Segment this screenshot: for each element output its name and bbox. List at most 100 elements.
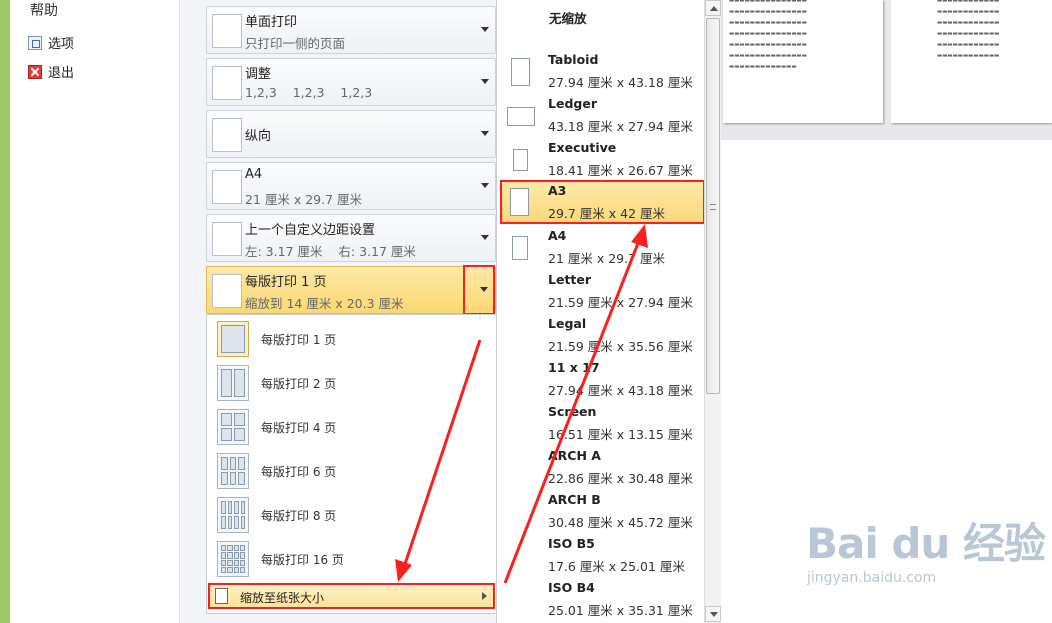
preview-text-lines: ▬▬▬▬▬▬▬▬▬▬▬▬▬▬▬▬▬▬▬▬▬▬▬▬▬▬▬▬▬▬▬▬▬▬▬▬▬▬▬▬… xyxy=(729,0,807,70)
chevron-right-icon xyxy=(482,592,487,600)
help-heading[interactable]: 帮助 xyxy=(30,0,58,20)
paper-option-name: ARCH A xyxy=(548,448,601,463)
paper-option-dims: 30.48 厘米 x 45.72 厘米 xyxy=(548,515,693,530)
paper-option-name: A3 xyxy=(548,183,567,198)
sidebar-item-label: 选项 xyxy=(48,37,75,52)
preview-page: ▬▬▬▬▬▬▬▬▬▬▬▬▬▬▬▬▬▬▬▬▬▬▬▬▬▬▬▬▬▬▬▬▬▬▬▬▬▬▬▬… xyxy=(891,0,1052,123)
paper-menu-scrollbar[interactable] xyxy=(704,0,721,623)
grip-icon xyxy=(710,204,716,210)
pages-per-sheet-icon xyxy=(212,274,242,308)
scale-to-paper-label: 缩放至纸张大小 xyxy=(240,591,325,605)
one-page-icon xyxy=(217,321,249,357)
paper-option-arch-a[interactable]: ARCH A 22.86 厘米 x 30.48 厘米 xyxy=(498,446,703,490)
sidebar-item-options[interactable]: 选项 xyxy=(28,33,74,52)
page-icon xyxy=(215,588,228,604)
six-pages-icon xyxy=(217,453,249,489)
paper-option-iso-b5[interactable]: ISO B5 17.6 厘米 x 25.01 厘米 xyxy=(498,534,703,578)
pages-per-sheet-main-text: 每版打印 1 页 xyxy=(245,275,327,290)
pages-per-sheet-dropdown[interactable]: 每版打印 1 页 缩放到 14 厘米 x 20.3 厘米 xyxy=(206,266,496,314)
paper-option-name: Tabloid xyxy=(548,52,599,67)
sides-main-text: 单面打印 xyxy=(245,15,298,30)
backstage-sidebar: 帮助 选项 退出 xyxy=(10,0,180,623)
paper-option-name: Letter xyxy=(548,272,592,287)
menu-item-6-pages[interactable]: 每版打印 6 页 xyxy=(209,449,495,493)
paper-option-dims: 18.41 厘米 x 26.67 厘米 xyxy=(548,163,693,178)
menu-item-label: 每版打印 1 页 xyxy=(261,333,337,347)
page-icon xyxy=(510,188,529,216)
paper-option-arch-b[interactable]: ARCH B 30.48 厘米 x 45.72 厘米 xyxy=(498,490,703,534)
scroll-down-button[interactable] xyxy=(705,606,721,622)
paper-option-name: Screen xyxy=(548,404,597,419)
margins-icon xyxy=(212,222,242,256)
paper-option-name: Legal xyxy=(548,316,587,331)
paper-option-ledger[interactable]: Ledger 43.18 厘米 x 27.94 厘米 xyxy=(498,94,703,138)
scale-to-paper-size-item[interactable]: 缩放至纸张大小 xyxy=(208,583,495,609)
paper-option-dims: 43.18 厘米 x 27.94 厘米 xyxy=(548,119,693,134)
paper-option-dims: 27.94 厘米 x 43.18 厘米 xyxy=(548,75,693,90)
menu-item-1-page[interactable]: 每版打印 1 页 xyxy=(209,317,495,361)
chevron-down-icon xyxy=(481,183,489,188)
page-icon xyxy=(511,58,530,86)
exit-icon xyxy=(28,64,42,79)
chevron-down-icon xyxy=(481,235,489,240)
orientation-dropdown[interactable]: 纵向 xyxy=(206,110,496,158)
menu-item-label: 每版打印 2 页 xyxy=(261,377,337,391)
paper-option-screen[interactable]: Screen 16.51 厘米 x 13.15 厘米 xyxy=(498,402,703,446)
sides-sub-text: 只打印一侧的页面 xyxy=(245,36,346,51)
paper-sub-text: 21 厘米 x 29.7 厘米 xyxy=(245,192,363,207)
options-icon xyxy=(28,35,42,50)
pages-per-sheet-sub-text: 缩放到 14 厘米 x 20.3 厘米 xyxy=(245,296,404,311)
paper-option-dims: 21.59 厘米 x 35.56 厘米 xyxy=(548,339,693,354)
no-scale-item[interactable]: 无缩放 xyxy=(549,8,587,27)
paper-option-11x17[interactable]: 11 x 17 27.94 厘米 x 43.18 厘米 xyxy=(498,358,703,402)
paper-option-dims: 21.59 厘米 x 27.94 厘米 xyxy=(548,295,693,310)
pages-per-sheet-menu: 每版打印 1 页 每版打印 2 页 每版打印 4 页 每版打印 6 页 每版打印… xyxy=(206,314,497,614)
paper-option-iso-b4[interactable]: ISO B4 25.01 厘米 x 35.31 厘米 xyxy=(498,578,703,622)
scroll-thumb[interactable] xyxy=(706,18,720,394)
menu-item-2-pages[interactable]: 每版打印 2 页 xyxy=(209,361,495,405)
menu-item-16-pages[interactable]: 每版打印 16 页 xyxy=(209,537,495,581)
paper-option-letter[interactable]: Letter 21.59 厘米 x 27.94 厘米 xyxy=(498,270,703,314)
paper-option-name: ISO B5 xyxy=(548,536,595,551)
chevron-down-icon xyxy=(481,27,489,32)
eight-pages-icon xyxy=(217,497,249,533)
paper-icon xyxy=(212,170,242,204)
page-icon xyxy=(512,236,528,260)
four-pages-icon xyxy=(217,409,249,445)
page-icon xyxy=(507,107,535,126)
margins-dropdown[interactable]: 上一个自定义边距设置 左: 3.17 厘米 右: 3.17 厘米 xyxy=(206,214,496,262)
paper-option-executive[interactable]: Executive 18.41 厘米 x 26.67 厘米 xyxy=(498,138,703,182)
paper-option-name: Executive xyxy=(548,140,617,155)
window-edge xyxy=(0,0,10,623)
sidebar-item-exit[interactable]: 退出 xyxy=(28,62,74,81)
paper-option-dims: 27.94 厘米 x 43.18 厘米 xyxy=(548,383,693,398)
collate-dropdown[interactable]: 调整 1,2,3 1,2,3 1,2,3 xyxy=(206,58,496,106)
paper-main-text: A4 xyxy=(245,167,263,182)
collate-icon xyxy=(212,66,242,100)
portrait-icon xyxy=(212,118,242,152)
collate-main-text: 调整 xyxy=(245,67,272,82)
paper-option-name: Ledger xyxy=(548,96,597,111)
margins-sub-text: 左: 3.17 厘米 右: 3.17 厘米 xyxy=(245,244,416,259)
paper-option-name: 11 x 17 xyxy=(548,360,600,375)
paper-option-a4[interactable]: A4 21 厘米 x 29.7 厘米 xyxy=(498,226,703,270)
paper-option-tabloid[interactable]: Tabloid 27.94 厘米 x 43.18 厘米 xyxy=(498,50,703,94)
watermark-url: jingyan.baidu.com xyxy=(807,570,937,586)
scroll-up-button[interactable] xyxy=(705,0,721,16)
annotation-highlight-box xyxy=(463,265,495,315)
collate-sub-text: 1,2,3 1,2,3 1,2,3 xyxy=(245,85,373,100)
paper-option-dims: 21 厘米 x 29.7 厘米 xyxy=(548,251,666,266)
menu-item-label: 每版打印 4 页 xyxy=(261,421,337,435)
paper-option-name: A4 xyxy=(548,228,567,243)
single-sided-icon xyxy=(212,14,242,48)
paper-size-dropdown[interactable]: A4 21 厘米 x 29.7 厘米 xyxy=(206,162,496,210)
orientation-main-text: 纵向 xyxy=(245,129,272,144)
sixteen-pages-icon xyxy=(217,541,249,577)
paper-option-a3[interactable]: A3 29.7 厘米 x 42 厘米 xyxy=(500,180,705,224)
paper-option-legal[interactable]: Legal 21.59 厘米 x 35.56 厘米 xyxy=(498,314,703,358)
menu-item-4-pages[interactable]: 每版打印 4 页 xyxy=(209,405,495,449)
page-icon xyxy=(513,149,528,171)
menu-item-8-pages[interactable]: 每版打印 8 页 xyxy=(209,493,495,537)
sides-dropdown[interactable]: 单面打印 只打印一侧的页面 xyxy=(206,6,496,54)
paper-option-dims: 16.51 厘米 x 13.15 厘米 xyxy=(548,427,693,442)
